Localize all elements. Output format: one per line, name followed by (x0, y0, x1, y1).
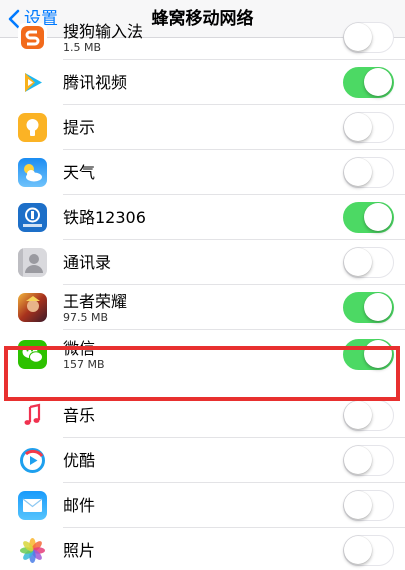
list-item-contacts: 通讯录 (0, 240, 405, 285)
app-name: 微信 (63, 339, 96, 358)
cellular-toggle-weather[interactable] (343, 157, 394, 188)
cellular-toggle-mail[interactable] (343, 490, 394, 521)
app-name: 铁路12306 (63, 208, 146, 227)
cellular-toggle-youku[interactable] (343, 445, 394, 476)
cellular-toggle-honor-of-kings[interactable] (343, 292, 394, 323)
app-name: 照片 (63, 541, 96, 560)
youku-icon (18, 446, 47, 475)
cellular-toggle-contacts[interactable] (343, 247, 394, 278)
list-item-mail: 邮件 (0, 483, 405, 528)
app-name: 邮件 (63, 496, 96, 515)
list-item-honor-of-kings: 王者荣耀 97.5 MB (0, 285, 405, 330)
app-name: 提示 (63, 118, 96, 137)
list-item-tencent-video: 腾讯视频 (0, 60, 405, 105)
cellular-toggle-sogou[interactable] (343, 22, 394, 53)
app-data-usage: 157 MB (63, 358, 105, 371)
sogou-input-icon (18, 23, 47, 52)
app-name: 搜狗输入法 (63, 21, 144, 41)
list-item-tips: 提示 (0, 105, 405, 150)
list-item-music: 音乐 (0, 393, 405, 438)
list-item-youku: 优酷 (0, 438, 405, 483)
honor-of-kings-icon (18, 293, 47, 322)
list-item-weather: 天气 (0, 150, 405, 195)
tencent-video-icon (18, 68, 47, 97)
cellular-toggle-tencent-video[interactable] (343, 67, 394, 98)
app-name: 通讯录 (63, 253, 112, 272)
cellular-toggle-railway-12306[interactable] (343, 202, 394, 233)
list-item-railway-12306: 铁路12306 (0, 195, 405, 240)
tips-icon (18, 113, 47, 142)
list-item-photos: 照片 (0, 528, 405, 570)
app-name: 天气 (63, 163, 96, 182)
app-data-usage: 97.5 MB (63, 310, 109, 324)
weather-icon (18, 158, 47, 187)
mail-icon (18, 491, 47, 520)
app-name: 腾讯视频 (63, 73, 128, 92)
music-icon (18, 401, 47, 430)
cellular-toggle-photos[interactable] (343, 535, 394, 566)
wechat-icon (18, 340, 47, 369)
app-data-usage: 1.5 MB (63, 40, 102, 54)
app-name: 优酷 (63, 451, 96, 470)
app-name: 音乐 (63, 406, 96, 425)
cellular-toggle-music[interactable] (343, 400, 394, 431)
app-name: 王者荣耀 (63, 291, 128, 311)
cellular-toggle-tips[interactable] (343, 112, 394, 143)
contacts-icon (18, 248, 47, 277)
list-item-wechat: 微信 157 MB (0, 330, 405, 380)
photos-icon (18, 536, 47, 565)
cellular-toggle-wechat[interactable] (343, 339, 394, 370)
railway-12306-icon (18, 203, 47, 232)
list-item-sogou: 搜狗输入法 1.5 MB (0, 15, 405, 60)
